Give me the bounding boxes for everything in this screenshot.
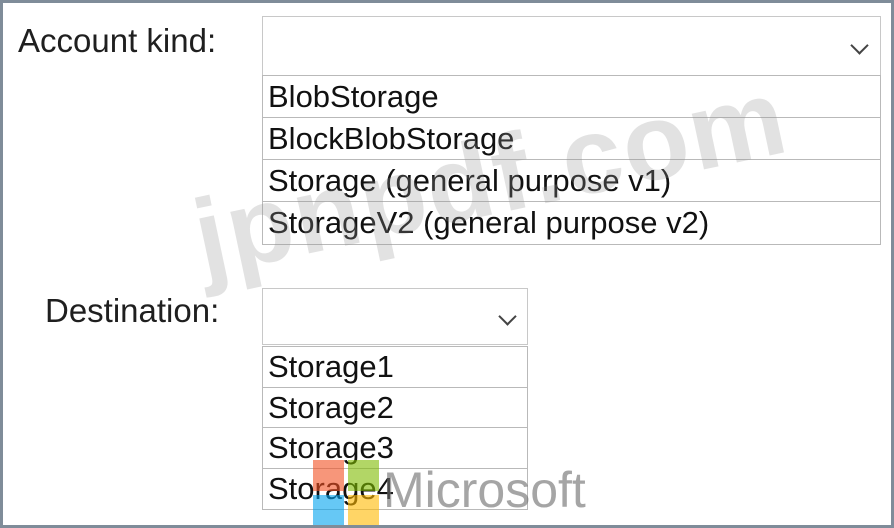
account-kind-option-blobstorage[interactable]: BlobStorage <box>263 76 880 118</box>
destination-option-storage4[interactable]: Storage4 <box>263 469 527 510</box>
destination-option-storage3[interactable]: Storage3 <box>263 428 527 469</box>
chevron-down-icon[interactable] <box>850 36 869 55</box>
destination-option-storage2[interactable]: Storage2 <box>263 388 527 428</box>
account-kind-option-blockblobstorage[interactable]: BlockBlobStorage <box>263 118 880 160</box>
account-kind-option-storage-v1[interactable]: Storage (general purpose v1) <box>263 160 880 202</box>
destination-option-storage1[interactable]: Storage1 <box>263 347 527 388</box>
destination-options-list: Storage1 Storage2 Storage3 Storage4 <box>262 346 528 510</box>
account-kind-label: Account kind: <box>18 22 217 59</box>
chevron-down-icon[interactable] <box>498 307 517 326</box>
account-kind-dropdown[interactable] <box>262 16 881 76</box>
screenshot-frame: Account kind: BlobStorage BlockBlobStora… <box>0 0 894 528</box>
destination-dropdown[interactable] <box>262 288 528 345</box>
destination-label: Destination: <box>45 292 220 329</box>
account-kind-option-storage-v2[interactable]: StorageV2 (general purpose v2) <box>263 202 880 244</box>
account-kind-options-list: BlobStorage BlockBlobStorage Storage (ge… <box>262 75 881 245</box>
